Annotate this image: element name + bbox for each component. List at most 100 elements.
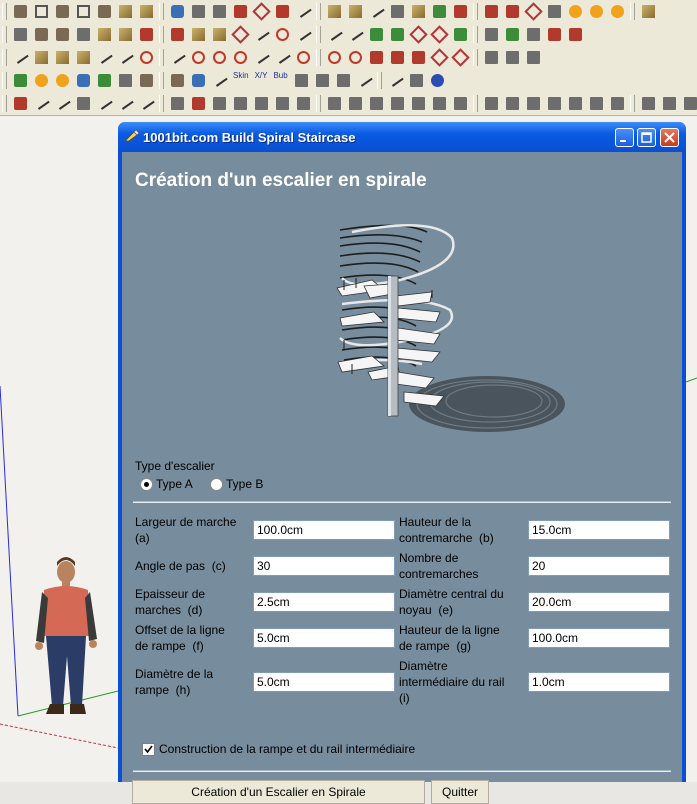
toolbar-tool-icon[interactable] <box>137 48 156 67</box>
toolbar-tool-icon[interactable] <box>137 71 156 90</box>
build-railing-checkbox[interactable] <box>142 742 155 756</box>
toolbar-tool-icon[interactable] <box>11 71 30 90</box>
build-railing-checkbox-row[interactable]: Construction de la rampe et du rail inte… <box>142 742 415 756</box>
toolbar-tool-icon[interactable] <box>587 94 606 113</box>
toolbar-tool-icon[interactable] <box>451 48 470 67</box>
toolbar-tool-icon[interactable] <box>11 2 30 21</box>
toolbar-tool-icon[interactable] <box>74 2 93 21</box>
toolbar-tool-icon[interactable] <box>116 25 135 44</box>
toolbar-tool-icon[interactable] <box>11 25 30 44</box>
toolbar-tool-icon[interactable] <box>116 48 135 67</box>
toolbar-tool-icon[interactable] <box>346 2 365 21</box>
toolbar-tool-icon[interactable] <box>53 94 72 113</box>
toolbar-tool-icon[interactable] <box>524 2 543 21</box>
toolbar-tool-icon[interactable] <box>545 25 564 44</box>
quit-button[interactable]: Quitter <box>431 780 489 804</box>
toolbar-tool-icon[interactable] <box>660 94 679 113</box>
toolbar-tool-icon[interactable] <box>137 25 156 44</box>
toolbar-tool-icon[interactable] <box>210 48 229 67</box>
toolbar-tool-icon[interactable] <box>430 25 449 44</box>
dialog-titlebar[interactable]: 1001bit.com Build Spiral Staircase <box>118 122 686 152</box>
toolbar-tool-icon[interactable] <box>137 2 156 21</box>
toolbar-tool-icon[interactable] <box>451 25 470 44</box>
toolbar-tool-icon[interactable] <box>639 2 658 21</box>
toolbar-tool-icon[interactable] <box>346 48 365 67</box>
toolbar-tool-icon[interactable] <box>409 25 428 44</box>
toolbar-tool-icon[interactable] <box>53 71 72 90</box>
toolbar-tool-icon[interactable] <box>334 71 353 90</box>
toolbar-tool-icon[interactable] <box>210 94 229 113</box>
input-rail-offset[interactable]: 5.0cm <box>253 628 395 648</box>
toolbar-tool-icon[interactable] <box>388 25 407 44</box>
toolbar-tool-icon[interactable] <box>273 48 292 67</box>
toolbar-tool-icon[interactable] <box>503 48 522 67</box>
toolbar-tool-icon[interactable] <box>367 48 386 67</box>
input-step-angle[interactable]: 30 <box>253 556 395 576</box>
toolbar-tool-icon[interactable] <box>53 25 72 44</box>
toolbar-tool-icon[interactable] <box>346 94 365 113</box>
toolbar-tool-icon[interactable] <box>137 94 156 113</box>
toolbar-tool-icon[interactable] <box>451 94 470 113</box>
toolbar-tool-icon[interactable] <box>313 71 332 90</box>
toolbar-tool-icon[interactable] <box>409 94 428 113</box>
toolbar-tool-icon[interactable] <box>325 48 344 67</box>
toolbar-tool-icon[interactable] <box>325 2 344 21</box>
toolbar-tool-icon[interactable] <box>407 71 426 90</box>
toolbar-tool-icon[interactable] <box>428 71 447 90</box>
toolbar-tool-icon[interactable] <box>503 94 522 113</box>
toolbar-tool-icon[interactable] <box>545 2 564 21</box>
toolbar-tool-icon[interactable] <box>524 94 543 113</box>
toolbar-tool-icon[interactable] <box>388 94 407 113</box>
toolbar-tool-icon[interactable] <box>566 2 585 21</box>
toolbar-tool-icon[interactable] <box>53 48 72 67</box>
radio-type-a-indicator[interactable] <box>140 477 153 491</box>
toolbar-tool-icon[interactable] <box>587 2 606 21</box>
toolbar-tool-icon[interactable] <box>430 94 449 113</box>
close-button[interactable] <box>660 128 679 147</box>
toolbar-tool-icon[interactable] <box>566 25 585 44</box>
toolbar-tool-icon[interactable] <box>32 25 51 44</box>
toolbar-tool-icon[interactable] <box>189 48 208 67</box>
toolbar-tool-icon[interactable] <box>11 94 30 113</box>
toolbar-tool-icon[interactable] <box>292 71 311 90</box>
create-staircase-button[interactable]: Création d'un Escalier en Spirale <box>132 780 425 804</box>
toolbar-tool-icon[interactable] <box>294 48 313 67</box>
toolbar-tool-icon[interactable] <box>503 2 522 21</box>
toolbar-tool-icon[interactable] <box>325 94 344 113</box>
toolbar-tool-icon[interactable] <box>273 25 292 44</box>
toolbar-tool-icon[interactable] <box>451 2 470 21</box>
toolbar-tool-icon[interactable] <box>346 25 365 44</box>
toolbar-tool-icon[interactable] <box>189 25 208 44</box>
toolbar-tool-icon[interactable] <box>210 71 229 90</box>
toolbar-tool-icon[interactable] <box>482 25 501 44</box>
toolbar-tool-icon[interactable] <box>388 48 407 67</box>
toolbar-tool-icon[interactable] <box>32 48 51 67</box>
toolbar-tool-icon[interactable] <box>74 25 93 44</box>
toolbar-tool-icon[interactable] <box>367 94 386 113</box>
toolbar-tool-icon[interactable] <box>566 94 585 113</box>
toolbar-tool-icon[interactable] <box>524 48 543 67</box>
radio-type-b[interactable]: Type B <box>210 476 263 492</box>
minimize-button[interactable] <box>615 128 634 147</box>
toolbar-tool-icon[interactable] <box>11 48 30 67</box>
toolbar-tool-icon[interactable] <box>231 94 250 113</box>
toolbar-tool-icon[interactable] <box>252 48 271 67</box>
toolbar-tool-icon[interactable] <box>168 25 187 44</box>
toolbar-tool-icon[interactable] <box>95 71 114 90</box>
toolbar-grip[interactable] <box>2 95 7 112</box>
toolbar-tool-icon[interactable] <box>294 94 313 113</box>
toolbar-tool-icon[interactable] <box>32 2 51 21</box>
toolbar-tool-icon[interactable] <box>367 25 386 44</box>
toolbar-tool-icon[interactable] <box>210 25 229 44</box>
toolbar-tool-icon[interactable] <box>430 48 449 67</box>
toolbar-grip[interactable] <box>2 3 7 20</box>
toolbar-tool-icon[interactable] <box>503 25 522 44</box>
toolbar-tool-icon[interactable] <box>482 94 501 113</box>
toolbar-tool-icon[interactable] <box>168 71 187 90</box>
toolbar-tool-icon[interactable] <box>252 94 271 113</box>
toolbar-tool-icon[interactable] <box>116 94 135 113</box>
toolbar-tool-icon[interactable] <box>168 2 187 21</box>
toolbar-tool-icon[interactable] <box>608 2 627 21</box>
toolbar-tool-icon[interactable] <box>95 94 114 113</box>
toolbar-tool-icon[interactable] <box>168 48 187 67</box>
